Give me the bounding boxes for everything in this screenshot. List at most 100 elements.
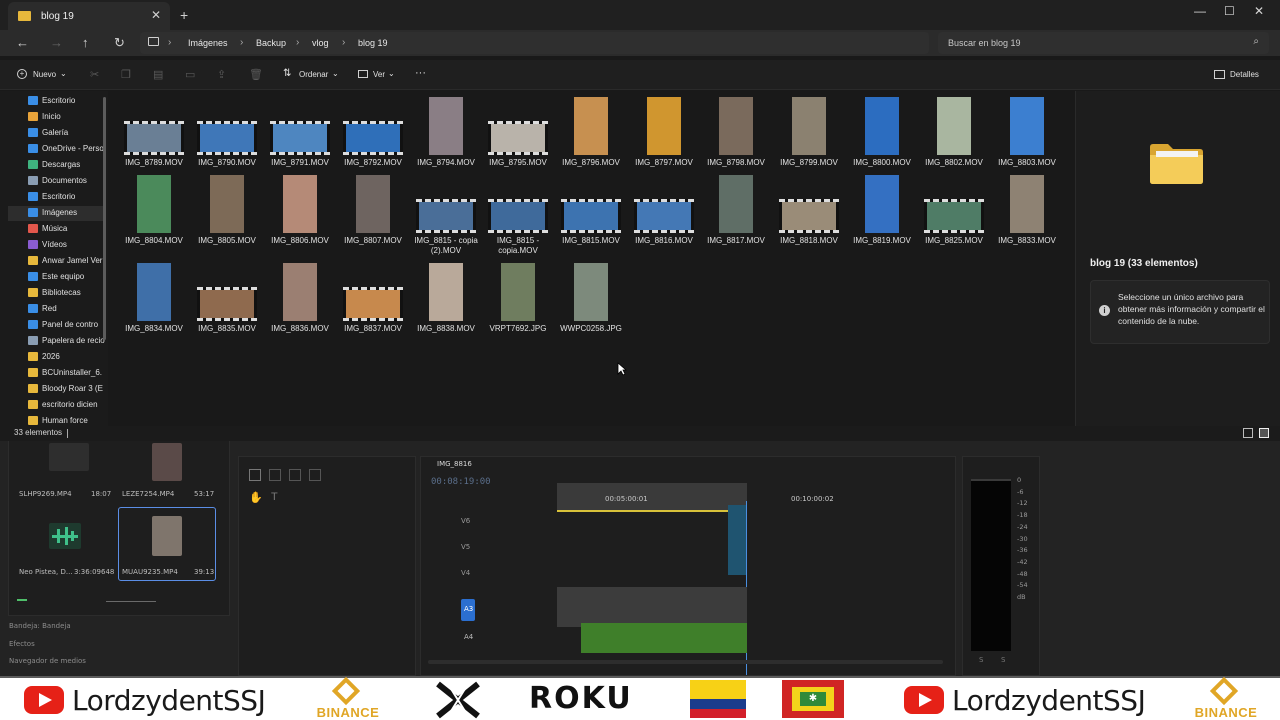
file-item[interactable]: IMG_8794.MOV xyxy=(410,95,482,175)
file-item[interactable]: IMG_8795.MOV xyxy=(482,95,554,175)
minimize-button[interactable]: — xyxy=(1194,4,1206,18)
file-item[interactable]: IMG_8835.MOV xyxy=(191,261,263,341)
clip-thumbnail[interactable] xyxy=(152,443,182,481)
cut-icon[interactable]: ✂ xyxy=(90,68,99,81)
nav-item[interactable]: Papelera de recio xyxy=(28,334,106,349)
refresh-icon[interactable]: ↻ xyxy=(114,35,125,51)
file-item[interactable]: IMG_8802.MOV xyxy=(918,95,990,175)
up-arrow-icon[interactable]: ↑ xyxy=(82,35,89,50)
nav-item[interactable]: Anwar Jamel Ver xyxy=(28,254,106,269)
breadcrumb-item[interactable]: Backup xyxy=(256,38,286,48)
details-view-icon[interactable] xyxy=(1243,428,1253,438)
details-button[interactable]: Detalles xyxy=(1230,70,1259,79)
file-item[interactable]: IMG_8805.MOV xyxy=(191,173,263,253)
audio-track-area[interactable] xyxy=(557,587,747,627)
file-item[interactable]: IMG_8818.MOV xyxy=(773,173,845,253)
file-item[interactable]: IMG_8836.MOV xyxy=(264,261,336,341)
zoom-slider[interactable] xyxy=(106,601,156,602)
file-item[interactable]: IMG_8833.MOV xyxy=(991,173,1063,253)
nav-item[interactable]: Música xyxy=(28,222,106,237)
nav-item[interactable]: Galería xyxy=(28,126,106,141)
audio-waveform-icon[interactable] xyxy=(49,523,81,549)
panel-tab[interactable]: Bandeja: Bandeja xyxy=(9,622,71,630)
pencil-icon[interactable] xyxy=(17,599,27,601)
file-item[interactable]: IMG_8815.MOV xyxy=(555,173,627,253)
work-area-bar[interactable] xyxy=(557,510,747,512)
nav-item[interactable]: Descargas xyxy=(28,158,106,173)
breadcrumb-item[interactable]: Imágenes xyxy=(188,38,228,48)
back-arrow-icon[interactable]: ← xyxy=(16,35,29,50)
search-input[interactable]: Buscar en blog 19 ⌕ xyxy=(938,32,1269,54)
large-icons-view-icon[interactable] xyxy=(1259,428,1269,438)
file-item[interactable]: IMG_8815 - copia (2).MOV xyxy=(410,173,482,255)
file-item[interactable]: IMG_8803.MOV xyxy=(991,95,1063,175)
nav-item[interactable]: Escritorio xyxy=(28,190,106,205)
file-item[interactable]: IMG_8825.MOV xyxy=(918,173,990,253)
maximize-button[interactable]: ☐ xyxy=(1224,4,1235,18)
close-tab-icon[interactable]: ✕ xyxy=(151,8,161,22)
solo-button[interactable]: S xyxy=(1001,656,1005,664)
hand-tool-icon[interactable]: ✋ xyxy=(249,491,263,504)
clip-thumbnail[interactable] xyxy=(49,443,89,471)
ripple-tool-icon[interactable] xyxy=(289,469,301,481)
file-item[interactable]: IMG_8790.MOV xyxy=(191,95,263,175)
nav-item[interactable]: Panel de contro xyxy=(28,318,106,333)
audio-clip[interactable] xyxy=(581,623,747,653)
file-item[interactable]: IMG_8816.MOV xyxy=(628,173,700,253)
file-item[interactable]: IMG_8815 - copia.MOV xyxy=(482,173,554,255)
type-tool-icon[interactable]: T xyxy=(271,491,278,503)
panel-tab[interactable]: Navegador de medios xyxy=(9,657,86,665)
nav-item[interactable]: Documentos xyxy=(28,174,106,189)
file-item[interactable]: IMG_8800.MOV xyxy=(846,95,918,175)
timeline-scrollbar[interactable] xyxy=(428,660,943,664)
file-item[interactable]: IMG_8798.MOV xyxy=(700,95,772,175)
forward-arrow-icon[interactable]: → xyxy=(50,35,63,50)
panel-tab[interactable]: Efectos xyxy=(9,640,35,648)
nav-item[interactable]: escritorio dicien xyxy=(28,398,106,413)
nav-item[interactable]: Escritorio xyxy=(28,94,106,109)
file-item[interactable]: IMG_8792.MOV xyxy=(337,95,409,175)
breadcrumb-item[interactable]: vlog xyxy=(312,38,329,48)
file-item[interactable]: IMG_8838.MOV xyxy=(410,261,482,341)
razor-tool-icon[interactable] xyxy=(309,469,321,481)
nav-item[interactable]: Vídeos xyxy=(28,238,106,253)
close-window-button[interactable]: ✕ xyxy=(1254,4,1264,18)
delete-icon[interactable]: 🗑 xyxy=(249,68,263,81)
copy-icon[interactable]: ❐ xyxy=(121,68,131,81)
nav-item[interactable]: Este equipo xyxy=(28,270,106,285)
track-select-tool-icon[interactable] xyxy=(269,469,281,481)
time-ruler[interactable] xyxy=(557,483,747,511)
nav-scrollbar[interactable] xyxy=(103,97,106,340)
nav-item[interactable]: BCUninstaller_6. xyxy=(28,366,106,381)
solo-button[interactable]: S xyxy=(979,656,983,664)
nav-item[interactable]: Inicio xyxy=(28,110,106,125)
nav-item[interactable]: Bibliotecas xyxy=(28,286,106,301)
nav-item[interactable]: Imágenes xyxy=(8,206,104,221)
breadcrumb-item[interactable]: blog 19 xyxy=(358,38,388,48)
file-item[interactable]: IMG_8797.MOV xyxy=(628,95,700,175)
file-item[interactable]: WWPC0258.JPG xyxy=(555,261,627,341)
new-tab-button[interactable]: + xyxy=(180,7,188,23)
more-options-icon[interactable]: ··· xyxy=(415,67,426,79)
nav-item[interactable]: 2026 xyxy=(28,350,106,365)
nav-item[interactable]: OneDrive - Perso xyxy=(28,142,106,157)
file-item[interactable]: IMG_8817.MOV xyxy=(700,173,772,253)
share-icon[interactable]: ⇪ xyxy=(217,68,226,81)
file-item[interactable]: IMG_8837.MOV xyxy=(337,261,409,341)
file-item[interactable]: IMG_8834.MOV xyxy=(118,261,190,341)
video-clip[interactable] xyxy=(728,505,746,575)
timecode[interactable]: 00:08:19:00 xyxy=(431,477,491,487)
nav-item[interactable]: Bloody Roar 3 (E xyxy=(28,382,106,397)
paste-icon[interactable]: ▤ xyxy=(153,68,163,81)
file-item[interactable]: IMG_8791.MOV xyxy=(264,95,336,175)
file-item[interactable]: IMG_8804.MOV xyxy=(118,173,190,253)
file-item[interactable]: IMG_8819.MOV xyxy=(846,173,918,253)
file-item[interactable]: IMG_8789.MOV xyxy=(118,95,190,175)
file-item[interactable]: IMG_8807.MOV xyxy=(337,173,409,253)
plus-icon[interactable]: + xyxy=(17,69,27,79)
file-item[interactable]: VRPT7692.JPG xyxy=(482,261,554,341)
file-item[interactable]: IMG_8799.MOV xyxy=(773,95,845,175)
view-button[interactable]: Ver xyxy=(373,70,385,79)
nav-item[interactable]: Red xyxy=(28,302,106,317)
new-button[interactable]: Nuevo xyxy=(33,70,56,79)
